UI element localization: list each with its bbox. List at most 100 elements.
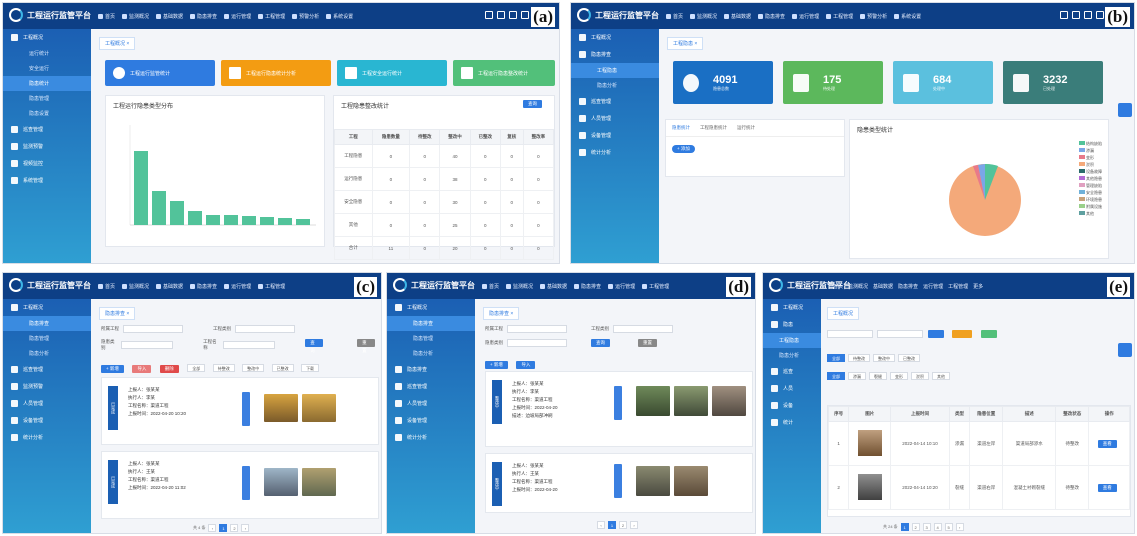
add-button[interactable]: + 新增 (485, 361, 508, 369)
nav-item-home[interactable]: 首页 (482, 283, 499, 290)
record-card[interactable]: 已完成 上报人：张某某 执行人：王某 工程名称：渠道工程 上报时间：2022-04-2… (101, 451, 379, 519)
nav-item-run[interactable]: 运行管理 (224, 13, 251, 20)
sidebar-sub-1[interactable]: 隐患排查 (387, 316, 475, 331)
export-button[interactable] (952, 330, 973, 338)
nav-item-project[interactable]: 工程管理 (258, 13, 285, 20)
sidebar-sub-2[interactable]: 隐患管理 (387, 331, 475, 346)
reset-button[interactable]: 重置 (357, 339, 375, 353)
filter-chip[interactable]: 已整改 (898, 354, 920, 362)
sidebar-sub-2[interactable]: 隐患分析 (763, 348, 821, 363)
import-button[interactable]: 导入 (516, 361, 536, 369)
breadcrumb[interactable]: 隐患排查 × (483, 307, 520, 320)
nav-item-monitor[interactable]: 监测概况 (848, 283, 868, 290)
sidebar-sub-2[interactable]: 安全运行 (3, 61, 91, 76)
nav-item-run[interactable]: 运行管理 (792, 13, 819, 20)
sidebar-item-hazard[interactable]: 隐患排查 (387, 361, 475, 378)
sidebar-sub-1[interactable]: 工程隐患 (571, 63, 659, 78)
page-2[interactable]: 2 (230, 524, 239, 532)
sidebar-item-patrol[interactable]: 巡查管理 (571, 93, 659, 110)
nav-item-run[interactable]: 运行管理 (923, 283, 943, 290)
sidebar-item-overview[interactable]: 工程概况 (387, 299, 475, 316)
filter-chip[interactable]: 变形 (890, 372, 908, 380)
sidebar-sub-2[interactable]: 隐患管理 (3, 331, 91, 346)
filter-chip[interactable]: 全部 (827, 372, 845, 380)
row-photo[interactable] (857, 430, 882, 456)
tab-project-stat[interactable]: 工程隐患统计 (700, 125, 727, 131)
sidebar-item-analysis[interactable]: 统计分析 (571, 144, 659, 161)
sidebar-sub-1[interactable]: 工程隐患 (763, 333, 821, 348)
refresh-icon[interactable] (509, 11, 517, 19)
filter-input[interactable] (120, 341, 174, 349)
filter-chip[interactable]: 全部 (827, 354, 845, 362)
filter-input[interactable] (235, 325, 295, 333)
breadcrumb[interactable]: 工程隐患 × (667, 37, 704, 50)
site-photo[interactable] (264, 468, 298, 496)
sidebar-item-patrol[interactable]: 巡查管理 (3, 361, 91, 378)
nav-item-monitor[interactable]: 监测概况 (122, 13, 149, 20)
nav-item-project[interactable]: 工程管理 (826, 13, 853, 20)
sidebar-item-patrol[interactable]: 巡查 (763, 363, 821, 380)
filter-input[interactable] (507, 325, 567, 333)
sidebar-item-overview[interactable]: 工程概况 (3, 299, 91, 316)
filter-chip[interactable]: 渗漏 (848, 372, 866, 380)
page-next[interactable]: › (630, 521, 638, 529)
site-photo[interactable] (302, 394, 336, 422)
sidebar-item-user[interactable]: 人员管理 (571, 110, 659, 127)
quick-card-1[interactable]: 工程运行监管统计 (105, 60, 215, 86)
filter-chip[interactable]: 裂缝 (869, 372, 887, 380)
site-photo[interactable] (712, 386, 746, 416)
record-card[interactable]: 整改中 上报人：张某某 执行人：李某 工程名称：渠道工程 上报时间：2022-04-2… (485, 371, 753, 447)
query-button[interactable] (927, 330, 944, 338)
view-button[interactable]: 查看 (1097, 439, 1117, 448)
sidebar-item-system[interactable]: 系统管理 (3, 172, 91, 189)
side-float-button[interactable] (1118, 103, 1132, 117)
sidebar-item-device[interactable]: 设备管理 (571, 127, 659, 144)
nav-item-hazard[interactable]: 隐患排查 (190, 283, 217, 290)
tab-run-stat[interactable]: 运行统计 (737, 125, 755, 131)
breadcrumb[interactable]: 工程概况 × (99, 37, 136, 50)
record-card[interactable]: 已完成 上报人：张某某 执行人：李某 工程名称：渠道工程 上报时间：2022-04-2… (101, 377, 379, 445)
sidebar-item-device[interactable]: 设备管理 (3, 412, 91, 429)
sidebar-sub-4[interactable]: 隐患管理 (3, 91, 91, 106)
nav-item-project[interactable]: 工程管理 (948, 283, 968, 290)
nav-item-monitor[interactable]: 监测概况 (122, 283, 149, 290)
site-photo[interactable] (674, 466, 708, 496)
sidebar-sub-1[interactable]: 隐患排查 (3, 316, 91, 331)
sidebar-item-tools[interactable]: 巡查管理 (3, 121, 91, 138)
page-next[interactable]: › (241, 524, 250, 532)
filter-input[interactable] (827, 330, 873, 338)
filter-chip[interactable]: 全部 (187, 364, 206, 372)
nav-item-monitor[interactable]: 监测概况 (690, 13, 717, 20)
nav-item-hazard[interactable]: 隐患排查 (758, 13, 785, 20)
sidebar-sub-1[interactable]: 运行统计 (3, 46, 91, 61)
filter-chip[interactable]: 整改中 (873, 354, 895, 362)
query-button[interactable]: 查询 (591, 339, 610, 347)
filter-chip[interactable]: 已整改 (271, 364, 294, 372)
nav-item-project[interactable]: 工程管理 (642, 283, 669, 290)
filter-input[interactable] (613, 325, 673, 333)
filter-chip[interactable]: 待整改 (212, 364, 235, 372)
nav-item-settings[interactable]: 系统设置 (894, 13, 921, 20)
filter-chip[interactable]: 待整改 (848, 354, 870, 362)
detail-button[interactable] (242, 466, 250, 500)
filter-chip[interactable]: 整改中 (242, 364, 265, 372)
page-3[interactable]: 3 (922, 523, 931, 531)
nav-item-hazard[interactable]: 隐患排查 (574, 283, 601, 290)
nav-item-project[interactable]: 工程管理 (258, 283, 285, 290)
page-2[interactable]: 2 (911, 523, 920, 531)
import-button[interactable]: 导入 (132, 365, 152, 373)
sidebar-sub-5[interactable]: 隐患设置 (3, 106, 91, 121)
site-photo[interactable] (674, 386, 708, 416)
add-button[interactable]: + 添加 (672, 145, 695, 153)
page-5[interactable]: 5 (944, 523, 953, 531)
sidebar-item-user[interactable]: 人员 (763, 380, 821, 397)
sidebar-item-overview[interactable]: 工程概况 (3, 29, 91, 46)
sidebar-item-user[interactable]: 人员管理 (3, 395, 91, 412)
nav-item-hazard[interactable]: 隐患排查 (190, 13, 217, 20)
nav-item-warning[interactable]: 预警分析 (292, 13, 319, 20)
side-float-button[interactable] (1118, 343, 1132, 357)
nav-item-home[interactable]: 首页 (833, 283, 843, 290)
filter-input[interactable] (222, 341, 276, 349)
breadcrumb[interactable]: 隐患排查 × (99, 307, 136, 320)
doc-icon[interactable] (1060, 11, 1068, 19)
